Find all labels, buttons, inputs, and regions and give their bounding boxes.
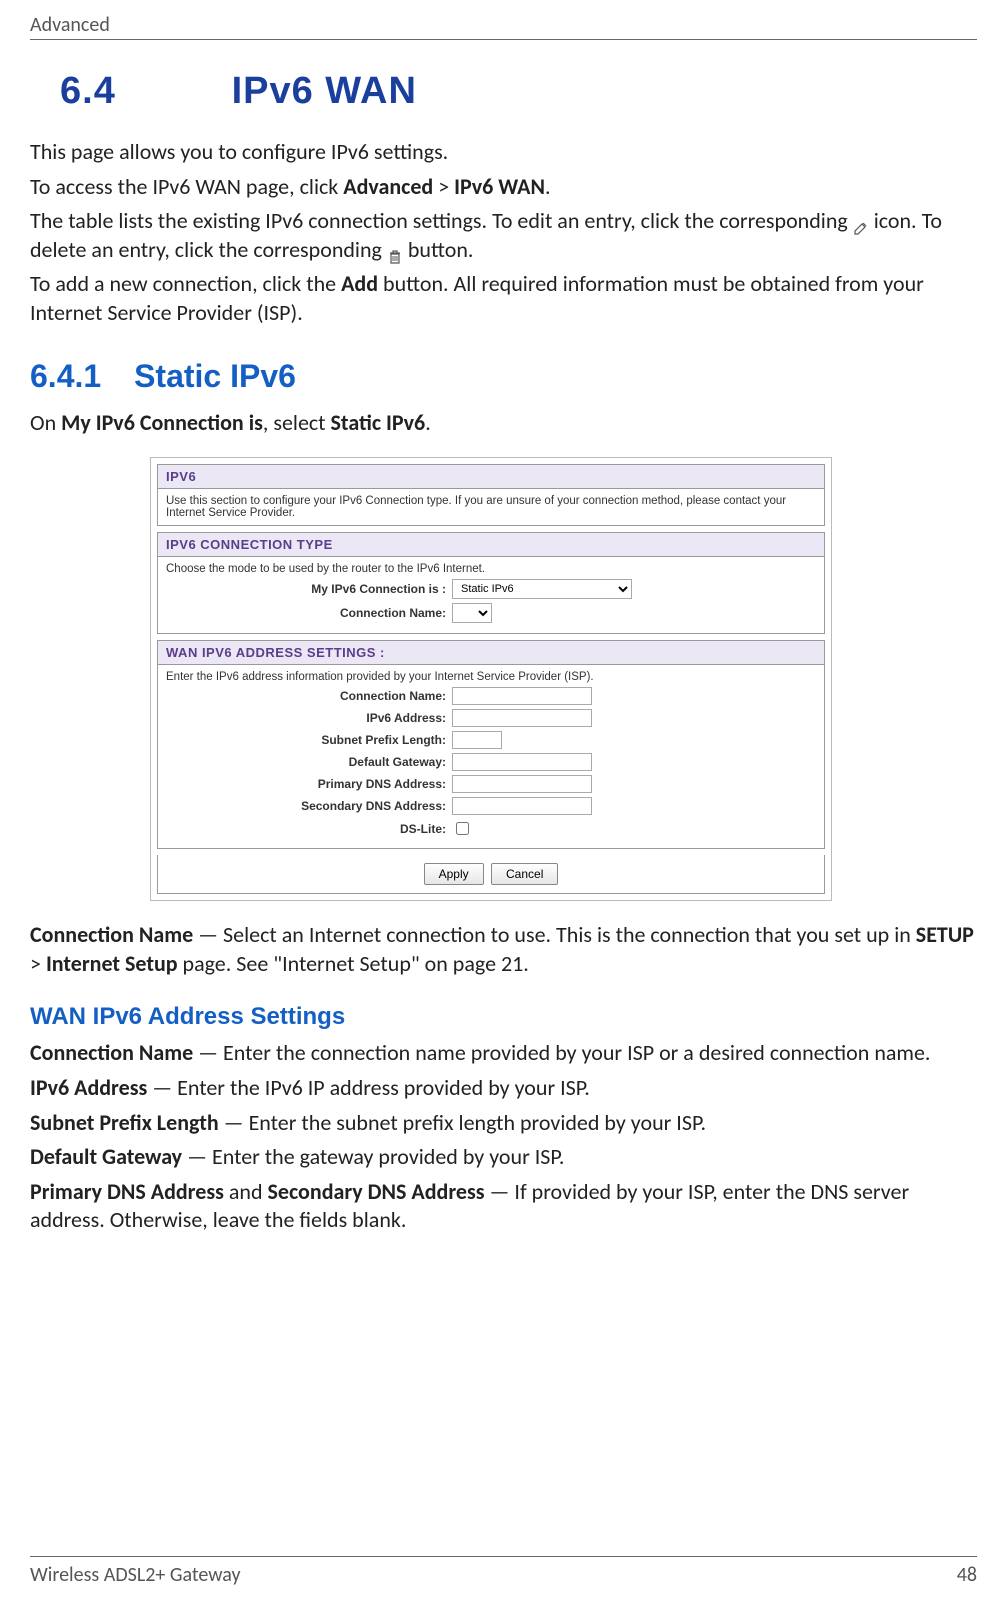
panel-conn-type-desc: Choose the mode to be used by the router… bbox=[166, 563, 816, 575]
panel-ipv6-title: IPV6 bbox=[157, 464, 825, 489]
intro-paragraph-4: To add a new connection, click the Add b… bbox=[30, 270, 977, 327]
definition-default-gateway: Default Gateway — Enter the gateway prov… bbox=[30, 1143, 977, 1172]
panel-wan-body: Enter the IPv6 address information provi… bbox=[157, 665, 825, 849]
subnet-prefix-label: Subnet Prefix Length: bbox=[166, 733, 452, 747]
panel-conn-type-body: Choose the mode to be used by the router… bbox=[157, 557, 825, 634]
ipv6-address-label: IPv6 Address: bbox=[166, 711, 452, 725]
primary-dns-input[interactable] bbox=[452, 775, 592, 793]
apply-button[interactable]: Apply bbox=[424, 863, 484, 885]
panel-ipv6-desc: Use this section to configure your IPv6 … bbox=[157, 489, 825, 526]
wan-conn-name-label: Connection Name: bbox=[166, 689, 452, 703]
breadcrumb: Advanced bbox=[30, 13, 110, 37]
footer-page-number: 48 bbox=[957, 1563, 977, 1587]
section-heading: 6.4 IPv6 WAN bbox=[60, 70, 977, 113]
definition-subnet-prefix: Subnet Prefix Length — Enter the subnet … bbox=[30, 1109, 977, 1138]
dslite-label: DS-Lite: bbox=[166, 822, 452, 836]
definition-connection-name: Connection Name — Select an Internet con… bbox=[30, 921, 977, 978]
section-title-text: IPv6 WAN bbox=[232, 70, 417, 112]
panel-button-bar: Apply Cancel bbox=[157, 855, 825, 894]
my-ipv6-conn-label: My IPv6 Connection is : bbox=[166, 582, 452, 596]
definition-dns: Primary DNS Address and Secondary DNS Ad… bbox=[30, 1178, 977, 1235]
my-ipv6-conn-select[interactable]: Static IPv6 bbox=[452, 579, 632, 599]
secondary-dns-label: Secondary DNS Address: bbox=[166, 799, 452, 813]
dslite-checkbox[interactable] bbox=[456, 822, 469, 835]
subsection-lead: On My IPv6 Connection is, select Static … bbox=[30, 409, 977, 438]
intro-paragraph-2: To access the IPv6 WAN page, click Advan… bbox=[30, 173, 977, 202]
ipv6-address-input[interactable] bbox=[452, 709, 592, 727]
subsection-title-text: Static IPv6 bbox=[134, 358, 296, 394]
definition-conn-name-2: Connection Name — Enter the connection n… bbox=[30, 1039, 977, 1068]
conn-name-label-top: Connection Name: bbox=[166, 606, 452, 620]
page-header: Advanced bbox=[30, 10, 977, 40]
intro-paragraph-3: The table lists the existing IPv6 connec… bbox=[30, 207, 977, 264]
panel-conn-type-title: IPV6 CONNECTION TYPE bbox=[157, 532, 825, 557]
router-ui-panel: IPV6 Use this section to configure your … bbox=[150, 457, 832, 901]
panel-wan-desc: Enter the IPv6 address information provi… bbox=[166, 671, 816, 683]
footer-left: Wireless ADSL2+ Gateway bbox=[30, 1563, 241, 1587]
page-footer: Wireless ADSL2+ Gateway 48 bbox=[30, 1556, 977, 1587]
wan-conn-name-input[interactable] bbox=[452, 687, 592, 705]
primary-dns-label: Primary DNS Address: bbox=[166, 777, 452, 791]
conn-name-select[interactable] bbox=[452, 603, 492, 623]
edit-icon bbox=[853, 215, 869, 231]
intro-paragraph-1: This page allows you to configure IPv6 s… bbox=[30, 138, 977, 167]
section-number: 6.4 bbox=[60, 70, 220, 113]
wan-settings-heading: WAN IPv6 Address Settings bbox=[30, 1003, 977, 1031]
trash-icon bbox=[387, 244, 403, 260]
default-gateway-input[interactable] bbox=[452, 753, 592, 771]
subnet-prefix-input[interactable] bbox=[452, 731, 502, 749]
definition-ipv6-address: IPv6 Address — Enter the IPv6 IP address… bbox=[30, 1074, 977, 1103]
subsection-number: 6.4.1 bbox=[30, 358, 101, 395]
cancel-button[interactable]: Cancel bbox=[491, 863, 558, 885]
default-gateway-label: Default Gateway: bbox=[166, 755, 452, 769]
subsection-heading: 6.4.1 Static IPv6 bbox=[30, 358, 977, 395]
secondary-dns-input[interactable] bbox=[452, 797, 592, 815]
panel-wan-title: WAN IPV6 ADDRESS SETTINGS : bbox=[157, 640, 825, 665]
